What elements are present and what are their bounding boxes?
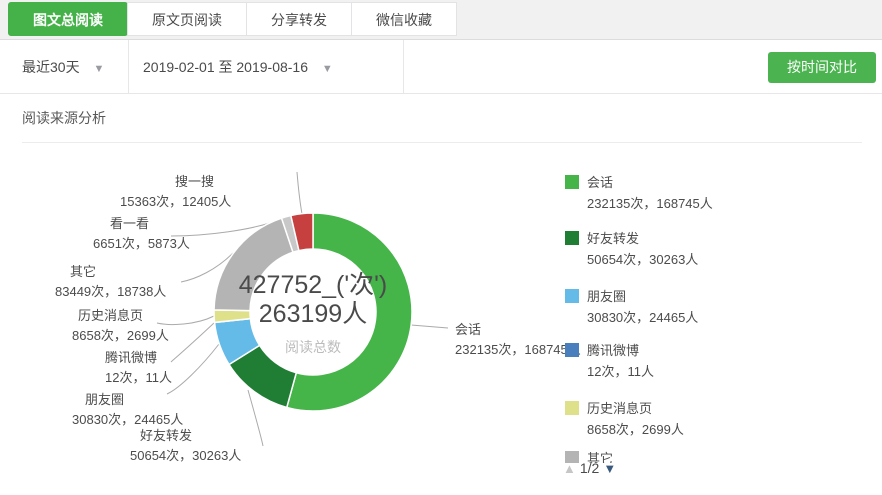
section-title: 阅读来源分析 xyxy=(22,110,106,126)
section-header: 阅读来源分析 xyxy=(0,94,882,140)
tab-wechat-favorites[interactable]: 微信收藏 xyxy=(351,2,457,36)
legend-swatch xyxy=(565,401,579,415)
time-range-dropdown[interactable]: 最近30天 ▼ xyxy=(22,40,104,94)
legend-swatch xyxy=(565,175,579,189)
chevron-down-icon: ▼ xyxy=(93,63,105,75)
legend-swatch xyxy=(565,289,579,303)
time-range-label: 最近30天 xyxy=(22,59,80,75)
legend-swatch xyxy=(565,343,579,357)
divider xyxy=(403,40,404,94)
legend-swatch xyxy=(565,231,579,245)
callout-tengxunweibo: 腾讯微博 12次，11人 xyxy=(105,350,172,385)
callout-lishixiaoxiye: 历史消息页 8658次，2699人 xyxy=(72,308,169,343)
reading-source-chart: 427752_('次') 263199人 阅读总数 搜一搜 15363次，124… xyxy=(0,140,882,493)
legend-item-haoyouzhuanfa[interactable]: 好友转发 50654次，30263人 xyxy=(565,230,698,268)
legend-item-lishixiaoxiye[interactable]: 历史消息页 8658次，2699人 xyxy=(565,400,684,438)
compare-by-time-button[interactable]: 按时间对比 xyxy=(768,52,876,83)
filter-bar: 最近30天 ▼ 2019-02-01 至 2019-08-16 ▼ 按时间对比 xyxy=(0,40,882,94)
legend-page-up-icon[interactable]: ▲ xyxy=(563,461,576,476)
legend-page-down-icon[interactable]: ▼ xyxy=(603,461,616,476)
legend-pagination: ▲ 1/2 ▼ xyxy=(563,460,616,476)
callout-pengyouquan: 朋友圈 30830次，24465人 xyxy=(72,392,184,427)
top-tab-bar: 图文总阅读 原文页阅读 分享转发 微信收藏 xyxy=(0,0,882,40)
donut-chart[interactable] xyxy=(193,192,433,432)
donut-segment-其它[interactable] xyxy=(213,217,294,312)
tab-original-page-reads[interactable]: 原文页阅读 xyxy=(127,2,247,36)
callout-haoyouzhuanfa: 好友转发 50654次，30263人 xyxy=(130,428,242,463)
divider xyxy=(128,40,129,94)
legend-item-pengyouquan[interactable]: 朋友圈 30830次，24465人 xyxy=(565,288,698,326)
legend-item-tengxunweibo[interactable]: 腾讯微博 12次，11人 xyxy=(565,342,654,380)
date-range-label: 2019-02-01 至 2019-08-16 xyxy=(143,59,309,75)
chevron-down-icon: ▼ xyxy=(321,63,333,75)
callout-kanyikan: 看一看 6651次，5873人 xyxy=(93,216,190,251)
tab-article-total-reads[interactable]: 图文总阅读 xyxy=(8,2,128,36)
legend-page-indicator: 1/2 xyxy=(579,460,600,476)
callout-huihua: 会话 232135次，168745人 xyxy=(455,322,581,357)
date-range-dropdown[interactable]: 2019-02-01 至 2019-08-16 ▼ xyxy=(143,40,333,94)
callout-qita: 其它 83449次，18738人 xyxy=(55,264,167,299)
tab-share-forward[interactable]: 分享转发 xyxy=(246,2,352,36)
callout-souyisou: 搜一搜 15363次，12405人 xyxy=(120,174,232,209)
legend-item-huihua[interactable]: 会话 232135次，168745人 xyxy=(565,174,713,212)
